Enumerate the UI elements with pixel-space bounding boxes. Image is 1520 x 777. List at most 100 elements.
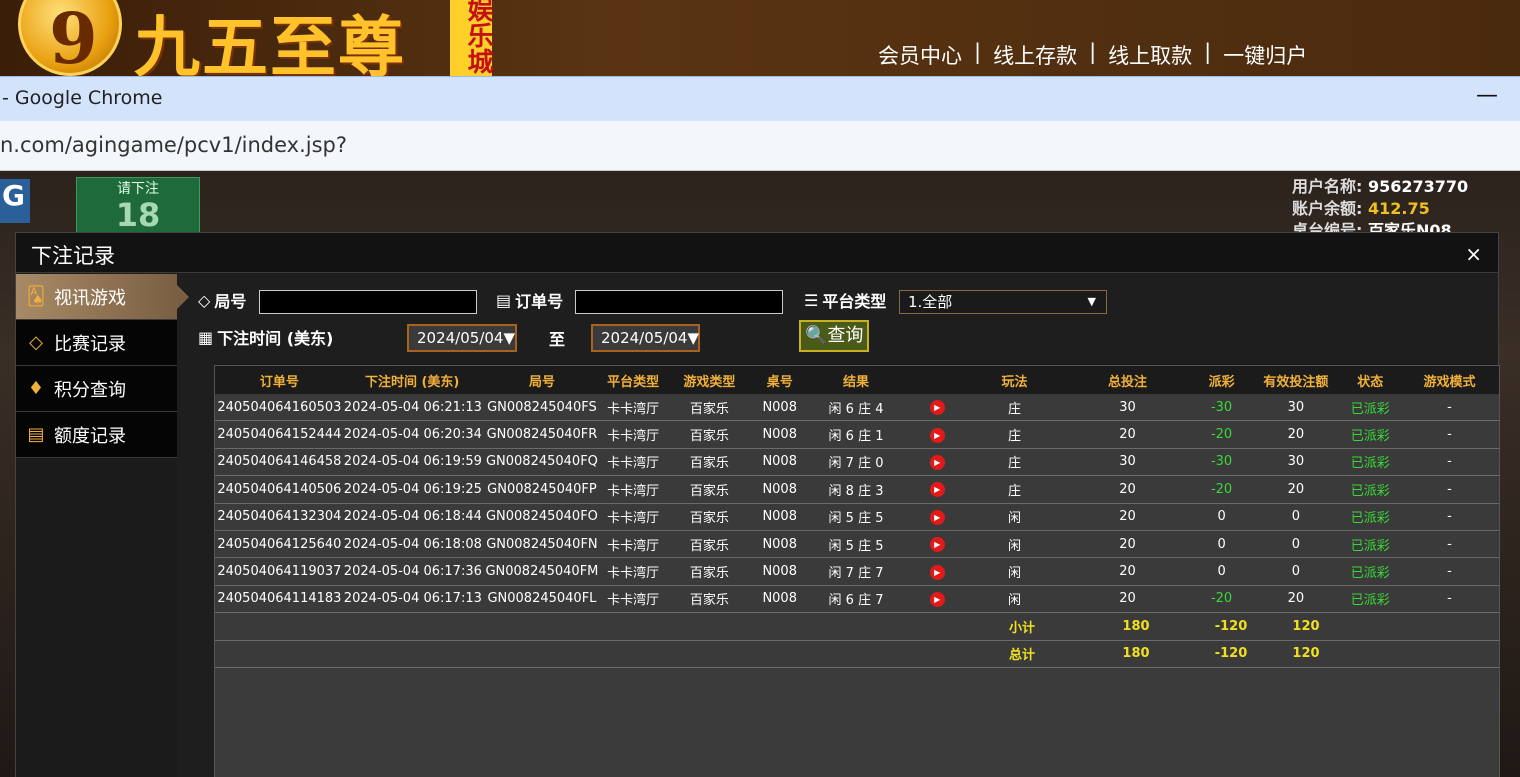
date-from-picker[interactable]: 2024/05/04▼ bbox=[407, 324, 517, 352]
cell-video[interactable]: ▶ bbox=[909, 509, 966, 525]
play-video-icon[interactable]: ▶ bbox=[929, 400, 945, 416]
cell-game-mode: - bbox=[1447, 427, 1452, 443]
cell-round-no: GN008245040FS bbox=[487, 399, 597, 415]
sidebar-item-points-query[interactable]: ♦ 积分查询 bbox=[16, 366, 177, 412]
cell-round-no: GN008245040FP bbox=[487, 481, 597, 497]
cell-total-bet: 20 bbox=[1119, 591, 1136, 607]
cell-game-mode: - bbox=[1447, 564, 1452, 580]
play-video-icon[interactable]: ▶ bbox=[929, 591, 945, 607]
cell-platform: 卡卡湾厅 bbox=[607, 593, 660, 609]
minimize-button[interactable]: — bbox=[1476, 83, 1498, 108]
cell-result: 闲 7 庄 0 bbox=[828, 456, 884, 472]
logo-text: 九五至尊 bbox=[134, 8, 406, 76]
play-video-icon[interactable]: ▶ bbox=[929, 564, 945, 580]
cell-status: 已派彩 bbox=[1350, 593, 1390, 609]
chevron-down-icon: ▼ bbox=[1087, 295, 1096, 308]
time-label-group: ▦ 下注时间 (美东) bbox=[198, 325, 333, 349]
cell-valid-bet: 30 bbox=[1287, 399, 1305, 415]
cell-game-type: 百家乐 bbox=[689, 538, 729, 554]
order-input[interactable] bbox=[575, 290, 783, 314]
cell-table-no: N008 bbox=[762, 399, 797, 415]
round-input[interactable] bbox=[259, 290, 477, 314]
date-to-picker[interactable]: 2024/05/04▼ bbox=[591, 324, 700, 352]
cell-platform: 卡卡湾厅 bbox=[607, 511, 660, 527]
sidebar-item-label: 积分查询 bbox=[54, 379, 126, 401]
cell-video[interactable]: ▶ bbox=[909, 481, 966, 498]
platform-label-group: ☰ 平台类型 bbox=[804, 288, 886, 312]
cell-payout: -30 bbox=[1210, 399, 1233, 415]
col-round-no: 局号 bbox=[528, 374, 555, 390]
cell-platform: 卡卡湾厅 bbox=[607, 429, 660, 445]
player-info: 用户名称: 956273770 账户余额: 412.75 桌台编号: 百家乐N0… bbox=[1292, 173, 1520, 240]
bet-record-modal: 下注记录 × 🂡 视讯游戏 ◇ 比赛记录 ♦ 积分查询 ▤ 额度记录 ◇ 局号 bbox=[15, 232, 1500, 777]
cell-valid-bet: 0 bbox=[1291, 509, 1301, 525]
total-row: 总计 180 -120 120 bbox=[215, 640, 1499, 668]
cell-platform: 卡卡湾厅 bbox=[607, 566, 660, 582]
cell-bet-time: 2024-05-04 06:19:25 bbox=[343, 481, 481, 497]
cell-video[interactable]: ▶ bbox=[909, 564, 966, 580]
cell-valid-bet: 20 bbox=[1287, 481, 1305, 497]
total-payout: -120 bbox=[1214, 646, 1248, 662]
cell-valid-bet: 30 bbox=[1287, 454, 1305, 470]
total-label: 总计 bbox=[1008, 648, 1035, 664]
cell-round-no: GN008245040FQ bbox=[485, 454, 598, 470]
cell-status: 已派彩 bbox=[1350, 538, 1390, 554]
nav-member-center[interactable]: 会员中心 bbox=[878, 40, 962, 70]
cell-table-no: N008 bbox=[762, 481, 797, 497]
calendar-icon: ▦ bbox=[198, 327, 214, 347]
platform-select-value: 1.全部 bbox=[908, 293, 953, 311]
cell-game-mode: - bbox=[1447, 481, 1452, 497]
play-video-icon[interactable]: ▶ bbox=[929, 427, 945, 443]
cell-payout: -20 bbox=[1210, 591, 1233, 607]
nav-one-click-return[interactable]: 一键归户 bbox=[1223, 40, 1307, 70]
col-game-type: 游戏类型 bbox=[683, 374, 736, 390]
platform-select[interactable]: 1.全部 ▼ bbox=[899, 290, 1107, 314]
sidebar-item-match-records[interactable]: ◇ 比赛记录 bbox=[16, 320, 177, 366]
cell-platform: 卡卡湾厅 bbox=[607, 456, 660, 472]
subtotal-label: 小计 bbox=[1008, 620, 1035, 636]
cell-bet-time: 2024-05-04 06:17:13 bbox=[343, 591, 481, 607]
col-total-bet: 总投注 bbox=[1107, 374, 1147, 390]
cell-video[interactable]: ▶ bbox=[909, 536, 966, 553]
browser-title-bar: - Google Chrome — bbox=[0, 76, 1520, 121]
bet-countdown: 请下注 18 bbox=[76, 177, 200, 233]
address-bar[interactable]: n.com/agingame/pcv1/index.jsp? bbox=[0, 121, 1520, 171]
cell-total-bet: 20 bbox=[1119, 564, 1136, 580]
user-label: 用户名称: bbox=[1292, 177, 1363, 196]
cell-round-no: GN008245040FO bbox=[485, 509, 598, 525]
play-video-icon[interactable]: ▶ bbox=[929, 454, 945, 470]
cell-video[interactable]: ▶ bbox=[909, 454, 966, 470]
cell-game-type: 百家乐 bbox=[689, 511, 729, 527]
nav-online-deposit[interactable]: 线上存款 bbox=[993, 40, 1077, 70]
cell-payout: -20 bbox=[1210, 481, 1233, 497]
top-nav: 会员中心 | 线上存款 | 线上取款 | 一键归户 bbox=[878, 40, 1307, 70]
cell-game-type: 百家乐 bbox=[689, 593, 729, 609]
query-button[interactable]: 🔍查询 bbox=[799, 320, 869, 352]
cell-video[interactable]: ▶ bbox=[909, 427, 966, 443]
modal-title: 下注记录 bbox=[31, 244, 115, 268]
cell-video[interactable]: ▶ bbox=[909, 591, 966, 607]
col-result: 结果 bbox=[843, 374, 870, 390]
sidebar-item-live-games[interactable]: 🂡 视讯游戏 bbox=[16, 274, 189, 320]
nav-online-withdraw[interactable]: 线上取款 bbox=[1108, 40, 1192, 70]
cell-game-type: 百家乐 bbox=[689, 566, 729, 582]
cell-status: 已派彩 bbox=[1350, 483, 1390, 499]
play-video-icon[interactable]: ▶ bbox=[929, 482, 945, 498]
subtotal-row: 小计 180 -120 120 bbox=[215, 613, 1499, 641]
cell-order-no: 240504064140506 bbox=[217, 481, 342, 497]
cell-total-bet: 20 bbox=[1119, 481, 1136, 497]
play-video-icon[interactable]: ▶ bbox=[929, 537, 945, 553]
round-label-group: ◇ 局号 bbox=[198, 288, 246, 312]
cell-total-bet: 20 bbox=[1119, 427, 1136, 443]
cell-video[interactable]: ▶ bbox=[909, 399, 966, 416]
sidebar-item-label: 比赛记录 bbox=[54, 333, 126, 355]
cell-platform: 卡卡湾厅 bbox=[607, 401, 660, 417]
url-text[interactable]: n.com/agingame/pcv1/index.jsp? bbox=[0, 133, 347, 157]
col-table-no: 桌号 bbox=[766, 374, 793, 390]
close-icon[interactable]: × bbox=[1465, 242, 1482, 266]
play-video-icon[interactable]: ▶ bbox=[929, 509, 945, 525]
sidebar-item-credit-records[interactable]: ▤ 额度记录 bbox=[16, 412, 177, 458]
cell-order-no: 240504064114183 bbox=[217, 591, 342, 607]
cell-status: 已派彩 bbox=[1350, 511, 1390, 527]
cell-game-type: 百家乐 bbox=[689, 456, 729, 472]
